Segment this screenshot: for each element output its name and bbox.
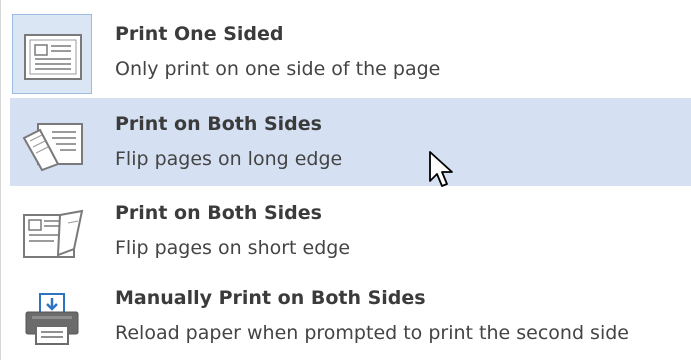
icon-frame xyxy=(12,104,92,184)
option-manually-print-both-sides[interactable]: Manually Print on Both Sides Reload pape… xyxy=(10,272,691,360)
option-title: Print on Both Sides xyxy=(115,113,322,135)
duplex-print-menu: Print One Sided Only print on one side o… xyxy=(0,0,691,360)
option-print-both-sides-long-edge[interactable]: Print on Both Sides Flip pages on long e… xyxy=(10,98,691,186)
selected-icon-frame xyxy=(12,14,92,94)
option-print-one-sided[interactable]: Print One Sided Only print on one side o… xyxy=(10,8,691,96)
option-description: Only print on one side of the page xyxy=(115,58,441,80)
printer-icon xyxy=(25,293,79,345)
option-title: Print on Both Sides xyxy=(115,202,322,224)
icon-frame xyxy=(12,193,92,273)
icon-frame xyxy=(12,278,92,358)
page-flip-long-edge-icon xyxy=(22,123,83,172)
page-one-sided-icon xyxy=(24,34,82,80)
option-title: Manually Print on Both Sides xyxy=(115,287,426,309)
option-description: Flip pages on short edge xyxy=(115,237,351,259)
mouse-cursor-icon xyxy=(429,151,453,187)
option-description: Flip pages on long edge xyxy=(115,148,343,170)
option-description: Reload paper when prompted to print the … xyxy=(115,322,629,344)
option-print-both-sides-short-edge[interactable]: Print on Both Sides Flip pages on short … xyxy=(10,187,691,275)
page-flip-short-edge-icon xyxy=(23,209,84,258)
option-title: Print One Sided xyxy=(115,23,284,45)
